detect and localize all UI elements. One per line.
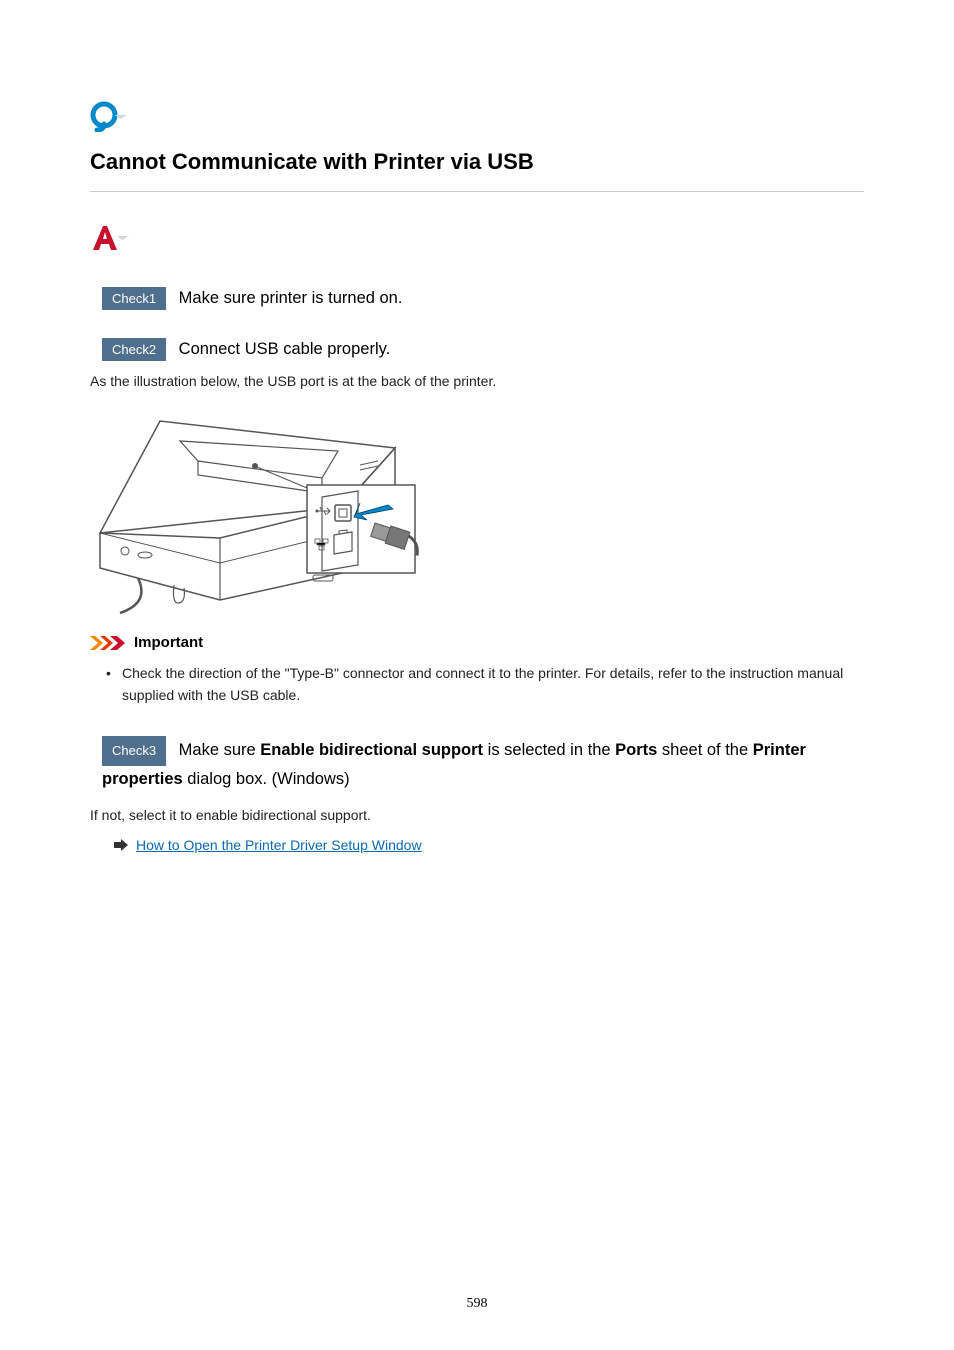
answer-icon (90, 222, 864, 259)
important-chevron-icon (90, 636, 128, 650)
check2-desc: As the illustration below, the USB port … (90, 373, 864, 389)
printer-illustration (90, 403, 423, 616)
check3-mid2: sheet of the (657, 741, 752, 759)
check3-block: Check3 Make sure Enable bidirectional su… (90, 736, 864, 793)
check2-line: Check2 Connect USB cable properly. (90, 338, 864, 361)
important-header: Important (90, 634, 864, 651)
check3-desc: If not, select it to enable bidirectiona… (90, 807, 864, 823)
arrow-right-icon (114, 839, 128, 851)
check3-post: dialog box. (Windows) (183, 770, 350, 788)
page-number: 598 (0, 1296, 954, 1312)
page-title: Cannot Communicate with Printer via USB (90, 149, 864, 192)
check2-text: Connect USB cable properly. (179, 340, 391, 358)
check3-text: Check3 Make sure Enable bidirectional su… (102, 736, 864, 793)
check3-bold2: Ports (615, 741, 657, 759)
check3-mid1: is selected in the (483, 741, 615, 759)
check3-pre: Make sure (174, 741, 260, 759)
question-icon (90, 100, 864, 137)
check3-bold1: Enable bidirectional support (260, 741, 483, 759)
important-list: Check the direction of the "Type-B" conn… (90, 663, 864, 706)
check3-badge: Check3 (102, 736, 166, 765)
important-bullet: Check the direction of the "Type-B" conn… (110, 663, 864, 706)
check1-line: Check1 Make sure printer is turned on. (90, 287, 864, 310)
check1-text: Make sure printer is turned on. (179, 289, 403, 307)
important-label: Important (134, 634, 203, 651)
link-line: How to Open the Printer Driver Setup Win… (90, 837, 864, 853)
driver-setup-link[interactable]: How to Open the Printer Driver Setup Win… (136, 837, 422, 853)
check1-badge: Check1 (102, 287, 166, 310)
check2-badge: Check2 (102, 338, 166, 361)
